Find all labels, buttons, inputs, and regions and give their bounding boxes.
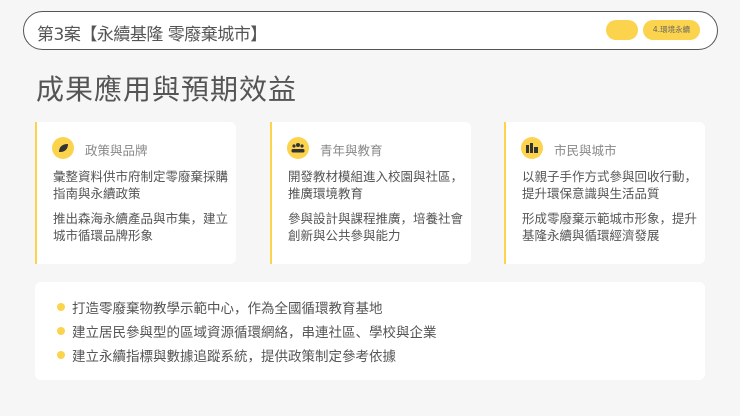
card-citizens: 市民與城市 以親子手作方式參與回收行動，提升環保意識與生活品質 形成零廢棄示範城…: [504, 122, 705, 264]
list-item: 打造零廢棄物教學示範中心，作為全國循環教育基地: [57, 297, 383, 317]
header-bar: 第3案【永續基隆 零廢棄城市】 4.環境永續: [23, 11, 718, 50]
list-item: 建立永續指標與數據追蹤系統，提供政策制定參考依據: [57, 345, 396, 365]
header-title: 第3案【永續基隆 零廢棄城市】: [37, 25, 267, 45]
card-heading: 市民與城市: [554, 143, 617, 158]
card-heading: 青年與教育: [320, 143, 383, 158]
card-heading: 政策與品牌: [85, 143, 148, 158]
list-item: 建立居民參與型的區域資源循環網絡，串連社區、學校與企業: [57, 321, 437, 341]
bullet-dot: [57, 303, 65, 311]
page-title: 成果應用與預期效益: [36, 73, 298, 106]
bullet-dot: [57, 351, 65, 359]
card-text: 開發教材模組進入校園與社區，推廣環境教育: [288, 169, 464, 201]
leaf-icon: [52, 137, 74, 159]
category-tag: 4.環境永續: [643, 20, 700, 40]
card-text: 形成零廢棄示範城市形象，提升基隆永續與循環經濟發展: [522, 211, 698, 243]
city-icon: [521, 137, 543, 159]
card-education: 青年與教育 開發教材模組進入校園與社區，推廣環境教育 參與設計與課程推廣，培養社…: [270, 122, 471, 264]
users-icon: [287, 137, 309, 159]
card-text: 推出森海永續產品與市集，建立城市循環品牌形象: [53, 211, 229, 243]
bullet-text: 建立居民參與型的區域資源循環網絡，串連社區、學校與企業: [72, 325, 437, 341]
card-text: 以親子手作方式參與回收行動，提升環保意識與生活品質: [522, 169, 698, 201]
bullet-text: 建立永續指標與數據追蹤系統，提供政策制定參考依據: [72, 349, 396, 365]
card-policy: 政策與品牌 彙整資料供市府制定零廢棄採購指南與永續政策 推出森海永續產品與市集，…: [35, 122, 236, 264]
bullet-dot: [57, 327, 65, 335]
header-pill: [606, 20, 638, 40]
bullet-text: 打造零廢棄物教學示範中心，作為全國循環教育基地: [72, 301, 383, 317]
summary-box: 打造零廢棄物教學示範中心，作為全國循環教育基地 建立居民參與型的區域資源循環網絡…: [35, 282, 705, 380]
card-text: 參與設計與課程推廣，培養社會創新與公共參與能力: [288, 211, 464, 243]
card-text: 彙整資料供市府制定零廢棄採購指南與永續政策: [53, 169, 229, 201]
